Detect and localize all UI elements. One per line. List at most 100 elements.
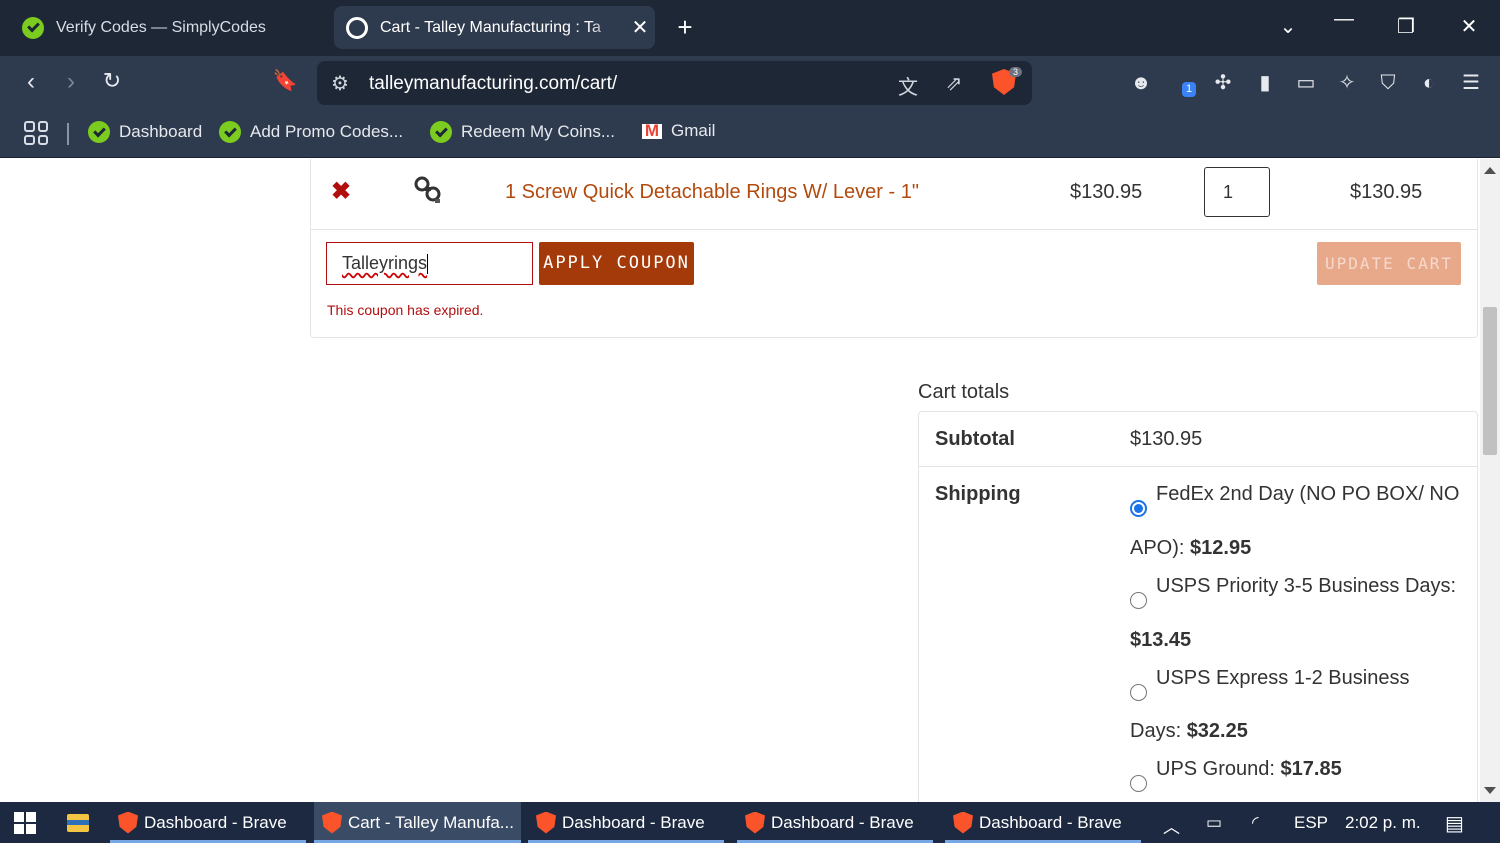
shipping-option-price: $12.95 [1190,537,1252,559]
shipping-option-text: UPS Ground: [1156,758,1281,780]
scroll-up-arrow-icon[interactable] [1484,167,1496,174]
taskbar-label: Cart - Talley Manufa... [348,812,514,832]
sidebar-icon[interactable]: ▮ [1252,70,1278,96]
wallet-icon[interactable]: ▭ [1293,70,1319,96]
subtotal-value: $130.95 [1130,428,1203,450]
bookmark-dashboard[interactable]: Dashboard [88,121,202,143]
scroll-down-arrow-icon[interactable] [1484,787,1496,794]
forward-button[interactable]: › [56,68,86,96]
taskbar-label: Dashboard - Brave [144,812,287,832]
taskbar-window-dashboard[interactable]: Dashboard - Brave [945,802,1141,843]
site-settings-icon[interactable]: ⚙ [327,71,353,96]
extensions-puzzle-icon[interactable]: ✣ [1210,70,1236,96]
shipping-radio-ups-ground[interactable] [1130,775,1147,792]
tab-strip: Verify Codes — SimplyCodes Cart - Talley… [0,0,1500,56]
shipping-radio-usps-express[interactable] [1130,684,1147,701]
page-scrollbar[interactable] [1480,159,1500,802]
row-divider [310,229,1478,230]
update-cart-button[interactable]: UPDATE CART [1317,242,1461,285]
subtotal-label: Subtotal [935,428,1015,450]
close-window-button[interactable]: ✕ [1454,14,1484,39]
address-bar[interactable]: ⚙ talleymanufacturing.com/cart/ 文 ⇗ 3 [317,61,1032,105]
restore-button[interactable]: ❐ [1391,14,1421,39]
coupon-code-value: Talleyrings [342,253,428,273]
bookmark-label: Add Promo Codes... [250,122,404,141]
taskbar-window-dashboard[interactable]: Dashboard - Brave [528,802,724,843]
url-text[interactable]: talleymanufacturing.com/cart/ [369,73,617,95]
vpn-shield-icon[interactable]: ⛉ [1375,70,1401,96]
show-hidden-icons-chevron-icon[interactable]: ︿ [1163,813,1180,838]
talley-favicon-icon [346,16,368,39]
cart-totals-table [918,411,1478,802]
apply-coupon-button[interactable]: APPLY COUPON [539,242,694,285]
shipping-option-label[interactable]: $13.45 [1130,629,1191,652]
battery-icon[interactable]: ▭ [1206,813,1222,833]
quantity-input[interactable]: 1 [1204,167,1270,217]
windows-taskbar: Dashboard - Brave Cart - Talley Manufa..… [0,802,1500,843]
totals-divider [918,466,1478,467]
menu-icon[interactable]: ☰ [1458,70,1484,96]
tab-cart[interactable]: Cart - Talley Manufacturing : Ta ✕ [334,6,655,49]
shield-count-badge: 3 [1009,67,1023,77]
page-content: ✖ 1 Screw Quick Detachable Rings W/ Leve… [0,159,1480,802]
bookmark-label: Gmail [671,121,716,140]
product-price: $130.95 [1070,181,1143,203]
scrollbar-thumb[interactable] [1483,307,1497,455]
coupon-code-input[interactable]: Talleyrings [326,242,533,285]
remove-item-icon[interactable]: ✖ [331,177,351,206]
bookmark-redeem-coins[interactable]: Redeem My Coins... [430,121,615,143]
minimize-button[interactable]: — [1329,8,1359,31]
windows-start-icon[interactable] [14,812,36,834]
notifications-icon[interactable]: ▤ [1445,811,1464,836]
clock[interactable]: 2:02 p. m. [1345,813,1421,833]
reload-button[interactable]: ↻ [97,68,127,94]
language-indicator[interactable]: ESP [1294,813,1328,833]
brave-icon [745,811,765,834]
shipping-radio-fedex[interactable] [1130,500,1147,517]
leo-ai-icon[interactable]: ☻ [1128,70,1154,96]
product-thumbnail[interactable] [413,175,443,205]
taskbar-window-dashboard[interactable]: Dashboard - Brave [110,802,306,843]
bookmark-add-promo-codes[interactable]: Add Promo Codes... [219,121,403,143]
shipping-radio-usps-priority[interactable] [1130,592,1147,609]
brave-icon [953,811,973,834]
shipping-option-label[interactable]: UPS Ground: $17.85 [1156,758,1342,781]
tab-list-chevron-icon[interactable]: ⌄ [1273,14,1303,39]
taskbar-label: Dashboard - Brave [771,812,914,832]
bookmark-label: Redeem My Coins... [461,122,615,141]
shipping-option-label[interactable]: APO): $12.95 [1130,537,1251,560]
navigation-bar: ‹ › ↻ 🔖 ⚙ talleymanufacturing.com/cart/ … [0,56,1500,111]
shipping-option-price: $32.25 [1186,720,1248,742]
wifi-icon[interactable]: ◜ [1252,813,1259,833]
text-caret [427,254,429,275]
tab-title: Verify Codes — SimplyCodes [56,18,266,36]
taskbar-label: Dashboard - Brave [979,812,1122,832]
brave-icon [322,811,342,834]
apps-grid-icon[interactable] [24,121,48,145]
share-icon[interactable]: ⇗ [941,71,967,96]
leo-sparkle-icon[interactable]: ✧ [1334,70,1360,96]
new-tab-button[interactable]: + [672,12,698,42]
tab-verify-codes[interactable]: Verify Codes — SimplyCodes [10,6,328,49]
brave-icon [118,811,138,834]
shipping-label: Shipping [935,483,1021,505]
bookmarks-divider [67,123,69,145]
shipping-option-label[interactable]: USPS Express 1-2 Business [1156,667,1409,690]
extension-count-badge: 1 [1182,82,1197,97]
bookmark-icon[interactable]: 🔖 [270,68,300,93]
rewards-icon[interactable]: ◐ [1416,70,1442,96]
close-tab-icon[interactable]: ✕ [625,15,655,40]
shipping-option-label[interactable]: FedEx 2nd Day (NO PO BOX/ NO [1156,483,1459,506]
bookmark-gmail[interactable]: Gmail [642,121,715,141]
shipping-option-label[interactable]: Days: $32.25 [1130,720,1248,743]
translate-icon[interactable]: 文 [895,71,921,100]
shipping-option-label[interactable]: USPS Priority 3-5 Business Days: [1156,575,1456,598]
taskbar-window-cart[interactable]: Cart - Talley Manufa... [314,802,521,843]
product-name-link[interactable]: 1 Screw Quick Detachable Rings W/ Lever … [505,181,919,204]
file-explorer-icon[interactable] [67,814,89,832]
back-button[interactable]: ‹ [16,68,46,96]
extension-badge-icon[interactable]: 1 [1172,70,1198,97]
shipping-option-text: Days: [1130,720,1187,742]
shipping-option-price: $13.45 [1130,629,1192,651]
taskbar-window-dashboard[interactable]: Dashboard - Brave [737,802,933,843]
